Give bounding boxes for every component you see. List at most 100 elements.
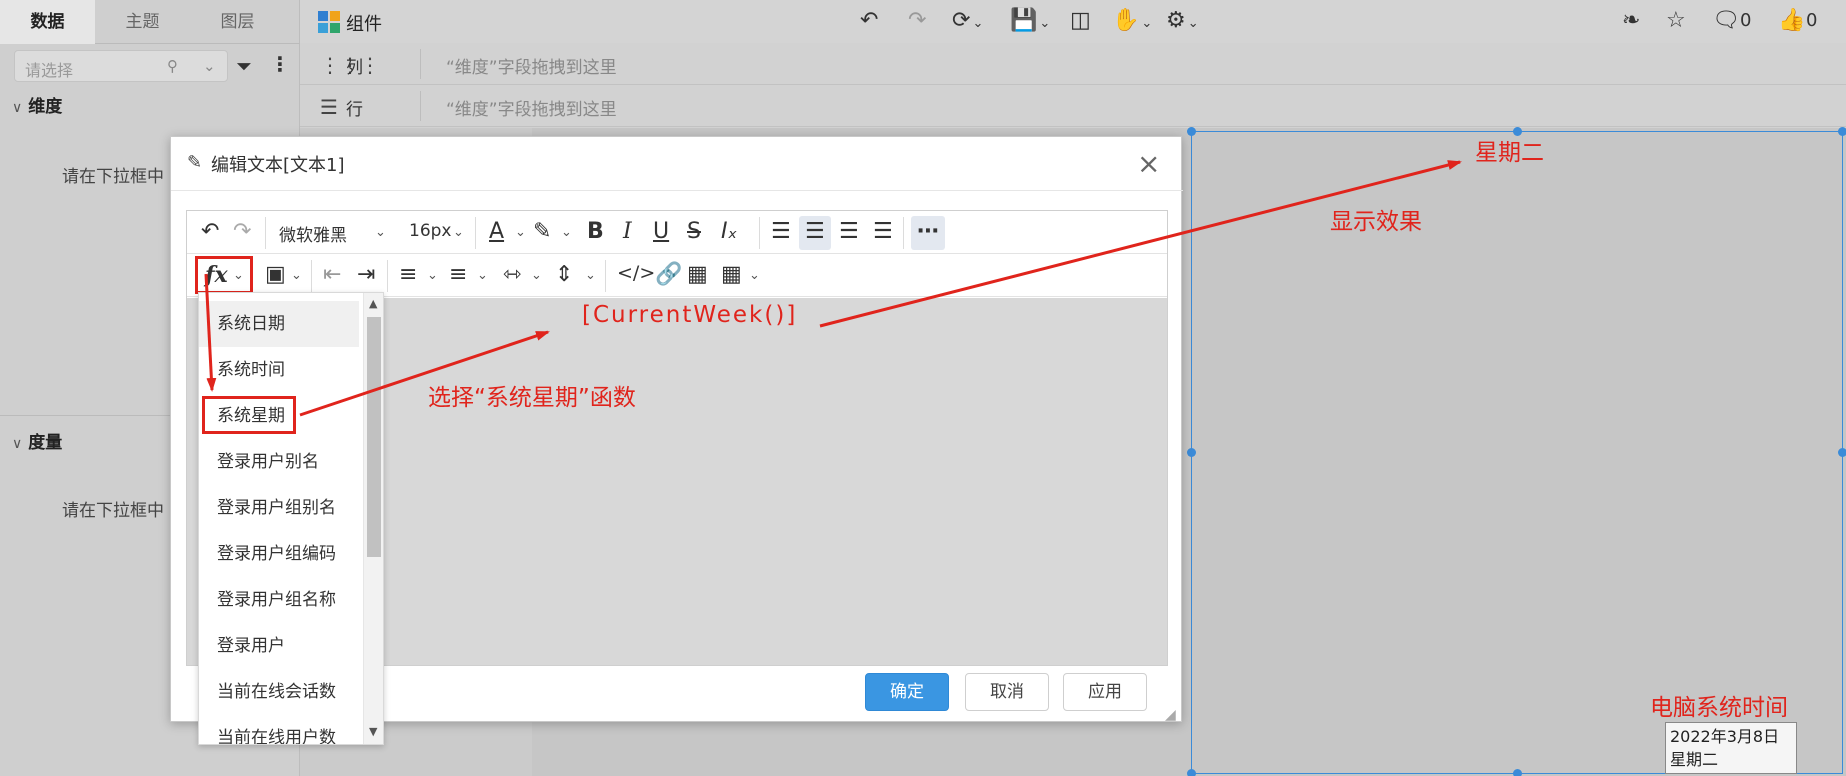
function-item[interactable]: 登录用户组名称 <box>199 577 359 623</box>
tab-theme[interactable]: 主题 <box>95 0 190 44</box>
undo-icon[interactable]: ↶ <box>860 8 878 33</box>
apply-button[interactable]: 应用 <box>1063 673 1147 711</box>
tab-data[interactable]: 数据 <box>0 0 95 44</box>
text-component-selected[interactable] <box>1187 127 1846 776</box>
function-item[interactable]: 登录用户组别名 <box>199 485 359 531</box>
rows-label: 行 <box>346 100 363 120</box>
function-icon[interactable]: fx <box>205 262 228 288</box>
divider <box>265 217 266 249</box>
link-icon[interactable]: 🔗 <box>655 262 682 287</box>
chevron-down-icon[interactable]: ⌄ <box>585 268 596 283</box>
table-icon[interactable]: ▦ <box>721 262 742 287</box>
columns-hint: “维度”字段拖拽到这里 <box>446 58 617 78</box>
align-left-icon[interactable]: ☰ <box>771 219 791 244</box>
redo-icon[interactable]: ↷ <box>908 8 926 33</box>
clear-format-icon[interactable]: Iₓ <box>721 219 737 244</box>
chevron-down-icon[interactable]: ⌄ <box>531 268 542 283</box>
divider <box>387 260 388 292</box>
text-component-content: 星期二 <box>1475 140 1544 166</box>
cancel-button[interactable]: 取消 <box>965 673 1049 711</box>
tab-layers[interactable]: 图层 <box>190 0 285 44</box>
function-item[interactable]: 登录用户 <box>199 623 359 669</box>
resize-handle[interactable] <box>1187 448 1196 457</box>
dataset-select-placeholder: 请选择 <box>25 61 74 80</box>
justify-icon[interactable]: ☰ <box>873 219 893 244</box>
close-icon[interactable]: × <box>1137 147 1160 180</box>
outdent-icon[interactable]: ⇤ <box>323 262 341 287</box>
font-size-select[interactable]: 16px <box>409 221 451 241</box>
dataset-select[interactable]: 请选择 ⚲ ⌄ <box>14 50 228 82</box>
component-label[interactable]: 组件 <box>346 10 382 36</box>
measure-section[interactable]: ∨ 度量 <box>12 428 62 453</box>
line-height-icon[interactable]: ⇕ <box>555 262 573 287</box>
resize-handle[interactable] <box>1513 769 1522 776</box>
font-color-icon[interactable]: A <box>489 219 504 244</box>
function-item[interactable]: 系统时间 <box>199 347 359 393</box>
italic-icon[interactable]: I <box>623 219 632 244</box>
dimension-section[interactable]: ∨ 维度 <box>12 92 62 117</box>
columns-drop-zone[interactable]: ⋮⋮⋮ 列 “维度”字段拖拽到这里 <box>300 43 1846 85</box>
formula-text: [CurrentWeek()] <box>582 302 798 328</box>
function-item[interactable]: 当前在线用户数 <box>199 715 359 744</box>
dropdown-scrollbar[interactable]: ▲ ▼ <box>363 293 383 744</box>
comment-icon[interactable]: 🗨 <box>1712 8 1740 33</box>
comment-count: 0 <box>1740 10 1752 31</box>
resize-handle[interactable] <box>1187 127 1196 136</box>
preview-icon[interactable]: ◫ <box>1070 8 1091 33</box>
chevron-down-icon[interactable]: ⌄ <box>233 268 244 283</box>
chevron-down-icon[interactable]: ⌄ <box>561 225 572 240</box>
bullet-list-icon[interactable]: ≡ <box>399 262 417 287</box>
letter-spacing-icon[interactable]: ⇿ <box>503 262 521 287</box>
resize-handle[interactable] <box>1838 448 1846 457</box>
hand-icon[interactable]: ✋ ⌄ <box>1112 8 1152 33</box>
resize-grip-icon[interactable]: ◢ <box>1165 707 1176 723</box>
refresh-icon[interactable]: ⟳ ⌄ <box>952 8 983 33</box>
scrollbar-thumb[interactable] <box>367 317 381 557</box>
scroll-down-icon[interactable]: ▼ <box>369 725 377 738</box>
confirm-button[interactable]: 确定 <box>865 673 949 711</box>
redo-icon[interactable]: ↷ <box>233 219 251 244</box>
chevron-down-icon[interactable]: ⌄ <box>291 268 302 283</box>
numbered-list-icon[interactable]: ≡ <box>449 262 467 287</box>
function-item[interactable]: 登录用户别名 <box>199 439 359 485</box>
resize-handle[interactable] <box>1187 769 1196 776</box>
chevron-down-icon[interactable]: ⌄ <box>515 225 526 240</box>
function-item[interactable]: 登录用户组编码 <box>199 531 359 577</box>
bold-icon[interactable]: B <box>587 219 604 244</box>
highlight-icon[interactable]: ✎ <box>533 219 551 244</box>
share-icon[interactable]: ❧ <box>1622 8 1640 33</box>
chevron-down-icon[interactable]: ⌄ <box>477 268 488 283</box>
gear-icon[interactable]: ⚙ ⌄ <box>1166 8 1199 33</box>
more-icon[interactable]: ⋯ <box>917 219 939 244</box>
resize-handle[interactable] <box>1838 127 1846 136</box>
font-family-select[interactable]: 微软雅黑 <box>279 221 347 246</box>
filter-icon[interactable]: ⏷ <box>236 54 252 78</box>
indent-icon[interactable]: ⇥ <box>357 262 375 287</box>
image-icon[interactable]: ▦ <box>687 262 708 287</box>
chevron-down-icon[interactable]: ⌄ <box>427 268 438 283</box>
dialog-header: ✎ 编辑文本[文本1] × <box>171 137 1183 191</box>
star-icon[interactable]: ☆ <box>1666 8 1686 33</box>
function-item[interactable]: 当前在线会话数 <box>199 669 359 715</box>
more-options-icon[interactable]: ⋮ <box>270 52 290 76</box>
dimension-title: 维度 <box>28 97 63 117</box>
divider <box>420 49 421 79</box>
underline-icon[interactable]: U <box>653 219 669 244</box>
chevron-down-icon[interactable]: ⌄ <box>375 225 386 240</box>
save-icon[interactable]: 💾 ⌄ <box>1010 8 1050 33</box>
function-item[interactable]: 系统日期 <box>199 301 359 347</box>
editor-toolbar-row-1: ↶ ↷ 微软雅黑 ⌄ 16px ⌄ A ⌄ ✎ ⌄ B I U S Iₓ ☰ ☰… <box>187 211 1167 254</box>
align-right-icon[interactable]: ☰ <box>839 219 859 244</box>
annotation-display-effect: 显示效果 <box>1330 209 1422 235</box>
chevron-down-icon: ∨ <box>12 436 23 452</box>
strikethrough-icon[interactable]: S <box>687 219 701 244</box>
align-center-icon[interactable]: ☰ <box>805 219 825 244</box>
insert-textbox-icon[interactable]: ▣ <box>265 262 286 287</box>
chevron-down-icon[interactable]: ⌄ <box>453 225 464 240</box>
chevron-down-icon[interactable]: ⌄ <box>749 268 760 283</box>
code-icon[interactable]: </> <box>617 262 655 284</box>
rows-drop-zone[interactable]: ☰ 行 “维度”字段拖拽到这里 <box>300 85 1846 127</box>
undo-icon[interactable]: ↶ <box>201 219 219 244</box>
scroll-up-icon[interactable]: ▲ <box>369 297 377 310</box>
thumbs-up-icon[interactable]: 👍 <box>1778 8 1805 33</box>
